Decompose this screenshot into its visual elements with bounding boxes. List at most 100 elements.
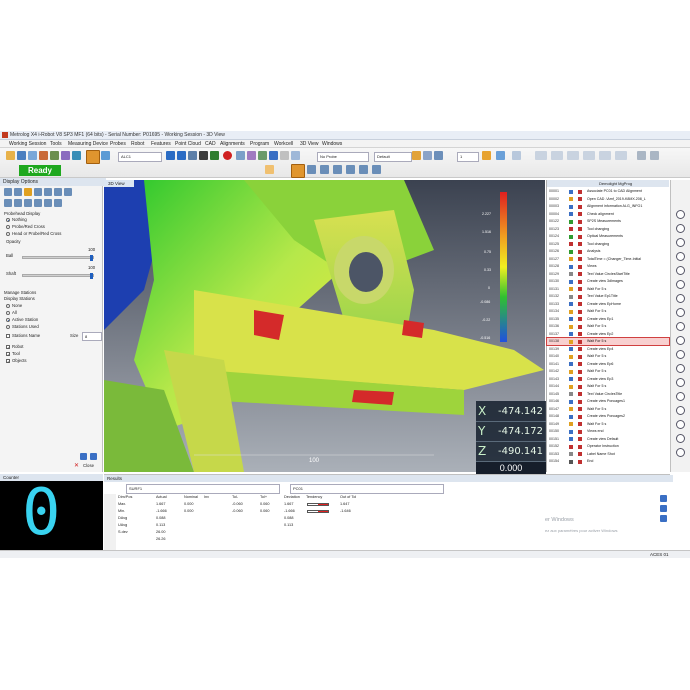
tree-item[interactable]: 00134 Wait For 5 s: [547, 308, 669, 315]
results-column-header[interactable]: Deviation: [284, 495, 300, 499]
save-icon[interactable]: [28, 151, 37, 160]
close-icon[interactable]: ✕: [74, 462, 79, 469]
menu-probes[interactable]: Probes: [110, 141, 126, 147]
3d-view-tab[interactable]: 3D View: [104, 180, 134, 187]
options-icon-11[interactable]: [34, 199, 42, 207]
radio-probe-red-cross[interactable]: [6, 225, 10, 229]
color-icon[interactable]: [412, 151, 421, 160]
front-view-icon[interactable]: [535, 151, 547, 160]
curve-feature-icon[interactable]: [676, 336, 685, 345]
tree-item[interactable]: 00145 Text Value CirclesTitle: [547, 391, 669, 398]
zoom-icon[interactable]: [291, 151, 300, 160]
default-combo[interactable]: Default: [374, 152, 412, 162]
results-zoom-out-icon[interactable]: [660, 505, 667, 512]
measure-icon[interactable]: [372, 165, 381, 174]
tree-item[interactable]: 00126 Analysis: [547, 248, 669, 255]
options-icon-9[interactable]: [14, 199, 22, 207]
cad-import-icon[interactable]: [86, 150, 100, 164]
pan-icon[interactable]: [650, 151, 659, 160]
tree-item[interactable]: 00138 Wait For 5 s: [546, 337, 670, 346]
results-column-header[interactable]: Nominal: [184, 495, 198, 499]
page-combo[interactable]: 1: [457, 152, 479, 162]
surface-feature-icon[interactable]: [676, 350, 685, 359]
close-button[interactable]: Close: [83, 463, 94, 468]
results-alignment-combo[interactable]: PC01: [290, 484, 444, 494]
line-feature-icon[interactable]: [676, 224, 685, 233]
pencil-icon[interactable]: [482, 151, 491, 160]
fit-icon[interactable]: [637, 151, 646, 160]
results-column-header[interactable]: Tol+: [260, 495, 267, 499]
menu-measuring-device[interactable]: Measuring Device: [68, 141, 108, 147]
undo-icon[interactable]: [50, 151, 59, 160]
tree-item[interactable]: 00139 Create view Ep4: [547, 346, 669, 353]
layer-icon[interactable]: [423, 151, 432, 160]
settings-icon[interactable]: [676, 448, 685, 457]
tree-item[interactable]: 00135 Create view Ep1: [547, 316, 669, 323]
alignment-combo[interactable]: ALC1: [118, 152, 162, 162]
tree-item[interactable]: 00144 Wait For 5 s: [547, 383, 669, 390]
options-icon-5[interactable]: [44, 188, 52, 196]
tree-item[interactable]: 00148 Create view Poncages2: [547, 413, 669, 420]
tolerance-icon[interactable]: [676, 420, 685, 429]
redo-icon[interactable]: [61, 151, 70, 160]
print-icon[interactable]: [39, 151, 48, 160]
projection-icon[interactable]: [676, 406, 685, 415]
tree-item[interactable]: 00141 Create view Ep6: [547, 361, 669, 368]
options-icon-6[interactable]: [54, 188, 62, 196]
cone-feature-icon[interactable]: [676, 294, 685, 303]
results-column-header[interactable]: Out of Tol: [340, 495, 356, 499]
tree-item[interactable]: 00151 Create view Default: [547, 436, 669, 443]
menu-point-cloud[interactable]: Point Cloud: [175, 141, 201, 147]
results-column-header[interactable]: Actual: [156, 495, 167, 499]
tree-item[interactable]: 00122 SP2S Measurements: [547, 218, 669, 225]
tree-item[interactable]: 00001 Associate PC01 to CAD Alignment: [547, 188, 669, 195]
options-icon-7[interactable]: [64, 188, 72, 196]
tree-item[interactable]: 00124 Optical Measurements: [547, 233, 669, 240]
tree-item[interactable]: 00130 Create view 3dImages: [547, 278, 669, 285]
results-export-icon[interactable]: [660, 515, 667, 522]
plane-feature-icon[interactable]: [676, 238, 685, 247]
options-icon-8[interactable]: [4, 199, 12, 207]
angle-icon[interactable]: [676, 378, 685, 387]
alignment-icon[interactable]: [101, 151, 110, 160]
options-icon-13[interactable]: [54, 199, 62, 207]
stop-icon[interactable]: [199, 151, 208, 160]
tree-item[interactable]: 00136 Wait For 5 s: [547, 323, 669, 330]
new-session-icon[interactable]: [6, 151, 15, 160]
tree-item[interactable]: 00153 Label Name Shot: [547, 451, 669, 458]
bottom-view-icon[interactable]: [599, 151, 611, 160]
robot-checkbox[interactable]: ✓: [6, 345, 10, 350]
sphere-feature-icon[interactable]: [676, 266, 685, 275]
tree-item[interactable]: 00133 Create view EpHome: [547, 301, 669, 308]
menu-tools[interactable]: Tools: [50, 141, 62, 147]
axis-z-icon[interactable]: [346, 165, 355, 174]
back-view-icon[interactable]: [583, 151, 595, 160]
results-column-header[interactable]: Inv: [204, 495, 209, 499]
tree-item[interactable]: 00142 Wait For 5 s: [547, 368, 669, 375]
options-icon-1[interactable]: [4, 188, 12, 196]
radio-nothing[interactable]: [6, 218, 10, 222]
tree-item[interactable]: 00132 Text Value Ep1Title: [547, 293, 669, 300]
ball-slider-knob[interactable]: [90, 255, 93, 261]
options-icon-3[interactable]: [24, 188, 32, 196]
open-icon[interactable]: [17, 151, 26, 160]
program-icon[interactable]: [236, 151, 245, 160]
tree-item[interactable]: 00131 Wait For 5 s: [547, 286, 669, 293]
tree-item[interactable]: 00128 Views: [547, 263, 669, 270]
tree-item[interactable]: 00154 End: [547, 458, 669, 465]
tree-item[interactable]: 00002 Open CAD .\Amf_2019-K8MX.208_L: [547, 196, 669, 203]
tree-item[interactable]: 00123 Tool changing: [547, 226, 669, 233]
probe-combo[interactable]: No Probe: [317, 152, 369, 162]
results-column-header[interactable]: Tendency: [306, 495, 322, 499]
redo-options-icon[interactable]: [90, 453, 97, 460]
menu-workcell[interactable]: Workcell: [274, 141, 293, 147]
intersection-icon[interactable]: [676, 392, 685, 401]
report-icon[interactable]: [676, 434, 685, 443]
axis-x-icon[interactable]: [320, 165, 329, 174]
ball-slider[interactable]: [22, 255, 94, 261]
radio-head-probe[interactable]: [6, 232, 10, 236]
slot-feature-icon[interactable]: [676, 308, 685, 317]
tree-item[interactable]: 00137 Create view Ep2: [547, 331, 669, 338]
move-icon[interactable]: [269, 151, 278, 160]
distance-icon[interactable]: [676, 364, 685, 373]
